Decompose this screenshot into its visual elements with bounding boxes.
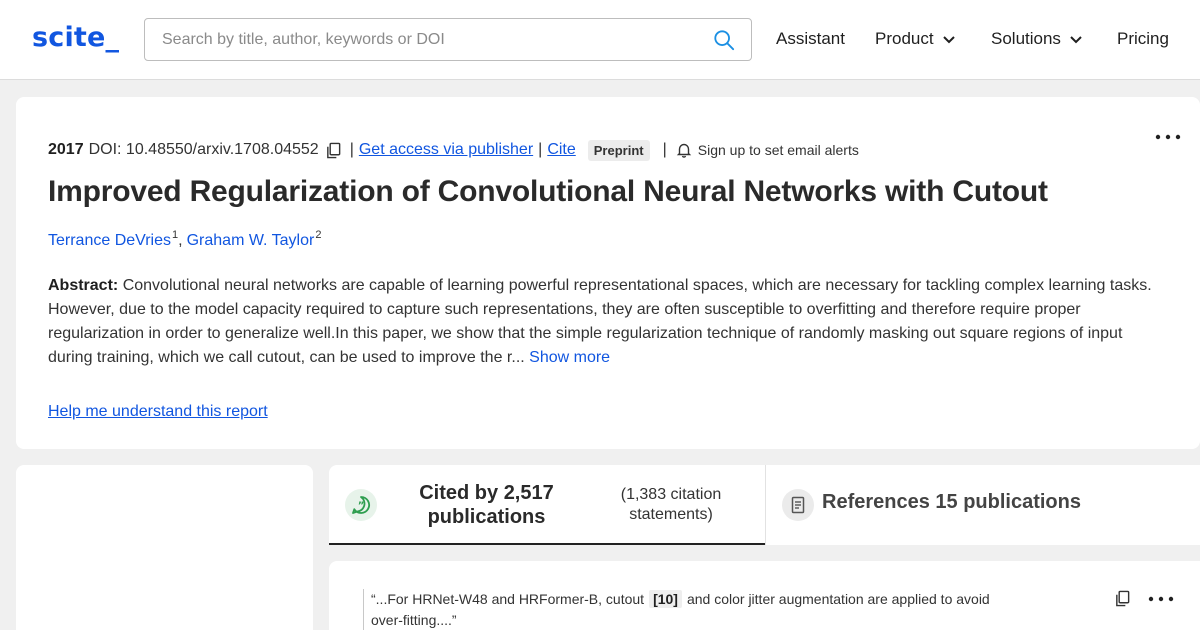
- copy-icon[interactable]: [1114, 590, 1131, 607]
- nav-pricing[interactable]: Pricing: [1117, 29, 1169, 49]
- scite-logo[interactable]: scite_: [32, 22, 119, 53]
- search-icon[interactable]: [713, 29, 735, 51]
- tab-references[interactable]: References 15 publications: [766, 465, 1200, 545]
- copy-icon[interactable]: [325, 142, 342, 159]
- doi-text: DOI: 10.48550/arxiv.1708.04552: [88, 141, 319, 158]
- top-bar: scite_ Assistant Product Solutions Prici…: [0, 0, 1200, 80]
- nav-assistant[interactable]: Assistant: [776, 29, 845, 49]
- cite-link[interactable]: Cite: [547, 141, 575, 159]
- svg-text:”: ”: [358, 501, 365, 512]
- tab-cited-by[interactable]: ” Cited by 2,517 publications (1,383 cit…: [329, 465, 765, 545]
- nav-product[interactable]: Product: [875, 29, 956, 49]
- reference-number[interactable]: [10]: [649, 590, 682, 608]
- email-alerts-link[interactable]: Sign up to set email alerts: [698, 142, 859, 158]
- show-more-link[interactable]: Show more: [529, 349, 610, 366]
- abstract: Abstract: Convolutional neural networks …: [48, 274, 1163, 370]
- author-affiliation-number: 2: [315, 229, 322, 241]
- nav-solutions[interactable]: Solutions: [991, 29, 1083, 49]
- preprint-badge: Preprint: [587, 139, 650, 161]
- author-link[interactable]: Graham W. Taylor: [187, 232, 315, 249]
- left-side-panel: [16, 465, 313, 630]
- chevron-down-icon: [942, 36, 955, 44]
- references-count: References 15 publications: [822, 491, 1081, 513]
- get-access-link[interactable]: Get access via publisher: [359, 141, 533, 159]
- separator: |: [538, 141, 543, 158]
- citation-tabs: ” Cited by 2,517 publications (1,383 cit…: [329, 465, 1200, 545]
- author-link[interactable]: Terrance DeVries: [48, 232, 171, 249]
- bell-icon[interactable]: [676, 142, 692, 158]
- author-separator: ,: [178, 232, 183, 249]
- more-icon[interactable]: [1154, 131, 1182, 143]
- more-icon[interactable]: [1147, 593, 1175, 605]
- nav-pricing-label: Pricing: [1117, 29, 1169, 48]
- speech-bubble-quote-icon: ”: [345, 489, 377, 521]
- abstract-label: Abstract:: [48, 277, 119, 294]
- chevron-down-icon: [1070, 36, 1082, 44]
- nav-solutions-label: Solutions: [991, 29, 1061, 48]
- paper-card: 2017 DOI: 10.48550/arxiv.1708.04552 | Ge…: [16, 97, 1200, 449]
- citation-quote: “...For HRNet-W48 and HRFormer-B, cutout…: [363, 589, 1023, 630]
- paper-title: Improved Regularization of Convolutional…: [48, 175, 1048, 208]
- publication-year: 2017: [48, 141, 84, 158]
- nav-assistant-label: Assistant: [776, 29, 845, 48]
- separator: |: [349, 141, 354, 158]
- citation-quote-before: “...For HRNet-W48 and HRFormer-B, cutout: [371, 591, 645, 607]
- help-understand-report-link[interactable]: Help me understand this report: [48, 403, 268, 421]
- search-box: [144, 18, 752, 61]
- search-input[interactable]: [162, 29, 702, 51]
- nav-product-label: Product: [875, 29, 934, 48]
- author-list: Terrance DeVries1, Graham W. Taylor2: [48, 229, 321, 250]
- citation-statement-card: “...For HRNet-W48 and HRFormer-B, cutout…: [329, 561, 1200, 630]
- paper-meta-row: 2017 DOI: 10.48550/arxiv.1708.04552 | Ge…: [48, 139, 859, 161]
- cited-by-count: Cited by 2,517 publications: [419, 482, 554, 528]
- document-icon: [782, 489, 814, 521]
- citation-statements-count: (1,383 citation statements): [620, 486, 722, 523]
- separator: |: [662, 141, 667, 158]
